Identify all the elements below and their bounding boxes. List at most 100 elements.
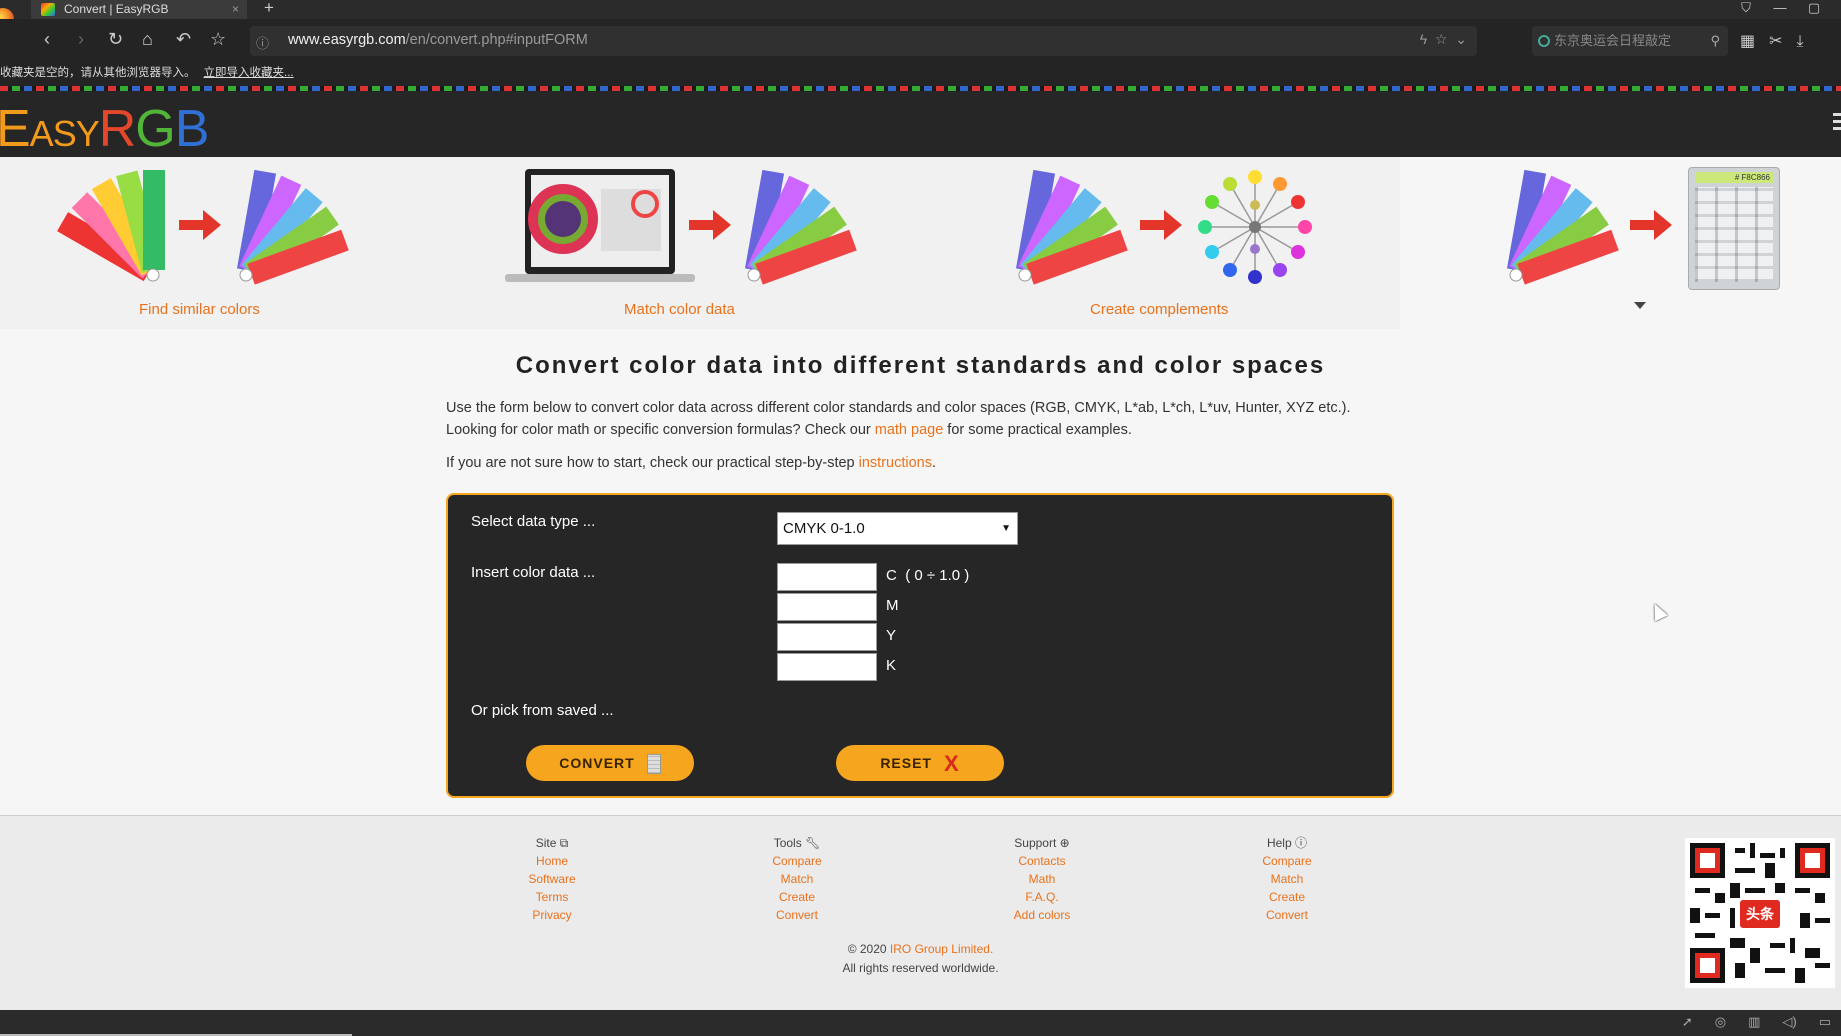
footer-link-match[interactable]: Match (727, 870, 867, 888)
c-field-label: C ( 0 ÷ 1.0 ) (886, 567, 969, 584)
intro-line-1: Use the form below to convert color data… (446, 400, 1351, 416)
address-bar[interactable]: ⓘ www.easyrgb.com/en/convert.php#inputFO… (250, 26, 1477, 56)
insert-color-data-label: Insert color data ... (471, 564, 596, 581)
menu-icon[interactable] (1833, 113, 1841, 133)
footer-link-convert[interactable]: Convert (727, 906, 867, 924)
home-icon[interactable]: ⌂ (142, 29, 153, 50)
pin-icon[interactable]: ⛉ (1729, 0, 1763, 16)
apps-icon[interactable]: ▦ (1740, 31, 1755, 51)
speed-icon[interactable]: ◎ (1715, 1014, 1726, 1030)
footer-link-privacy[interactable]: Privacy (482, 906, 622, 924)
reset-button[interactable]: RESET X (836, 745, 1004, 781)
intro-text: Use the form below to convert color data… (446, 397, 1406, 441)
bookmark-notice: 收藏夹是空的，请从其他浏览器导入。 (0, 67, 196, 79)
window-icon[interactable]: ▭ (1819, 1014, 1831, 1030)
mouse-cursor-icon (1648, 600, 1668, 622)
footer-link-help-compare[interactable]: Compare (1217, 852, 1357, 870)
data-type-select[interactable]: CMYK 0-1.0 ▼ (777, 512, 1018, 545)
question-icon: ⓘ (1295, 836, 1308, 850)
y-field-label: Y (886, 627, 897, 644)
wrench-icon: 🔧︎ (805, 836, 821, 850)
volume-icon[interactable]: ◁) (1782, 1014, 1796, 1030)
footer-link-help-match[interactable]: Match (1217, 870, 1357, 888)
minimize-icon[interactable]: — (1763, 0, 1797, 15)
site-header: EasyRGB (0, 91, 1841, 159)
forward-icon[interactable]: › (78, 29, 84, 50)
laptop-icon[interactable] (505, 169, 695, 284)
color-fan-icon[interactable] (226, 165, 356, 290)
m-input[interactable] (777, 593, 877, 621)
footer-link-home[interactable]: Home (482, 852, 622, 870)
rocket-icon[interactable]: ➚ (1682, 1014, 1693, 1030)
rights-reserved: All rights reserved worldwide. (842, 961, 999, 975)
footer-link-terms[interactable]: Terms (482, 888, 622, 906)
download-icon[interactable]: ⤓ (1797, 33, 1804, 51)
c-input[interactable] (777, 563, 877, 591)
favicon-icon (41, 3, 55, 16)
math-page-link[interactable]: math page (875, 422, 944, 438)
bookmark-bar: 收藏夹是空的，请从其他浏览器导入。 立即导入收藏夹... (0, 64, 1841, 86)
footer-link-help-convert[interactable]: Convert (1217, 906, 1357, 924)
footer-heading-site: Site ⧉ (482, 834, 622, 852)
url-host: www.easyrgb.com (288, 32, 406, 48)
color-fan-icon[interactable] (1005, 165, 1135, 290)
tab-close-icon[interactable]: × (232, 0, 239, 19)
site-info-icon[interactable]: ⓘ (256, 33, 269, 52)
chevron-down-icon[interactable]: ⌄ (1455, 31, 1467, 47)
iro-group-link[interactable]: IRO Group Limited. (890, 942, 993, 956)
footer-link-help-create[interactable]: Create (1217, 888, 1357, 906)
calculator-icon[interactable]: # F8C866 (1688, 167, 1780, 290)
reload-icon[interactable]: ↻ (108, 29, 123, 50)
footer-link-create[interactable]: Create (727, 888, 867, 906)
color-fan-icon[interactable] (1496, 165, 1626, 290)
feature-complements-link[interactable]: Create complements (1090, 301, 1228, 318)
arrow-right-icon (1630, 210, 1672, 240)
new-tab-button[interactable]: + (264, 0, 274, 18)
footer-heading-tools: Tools 🔧︎ (727, 834, 867, 852)
logo-g: G (135, 100, 175, 158)
toolbar-icons: ▦ ✂ ⤓ (1740, 31, 1818, 51)
y-input[interactable] (777, 623, 877, 651)
convert-form: Select data type ... CMYK 0-1.0 ▼ Insert… (446, 493, 1394, 798)
qr-code[interactable]: 头条 (1685, 838, 1835, 988)
m-field-label: M (886, 597, 899, 614)
feature-match-link[interactable]: Match color data (624, 301, 735, 318)
footer-link-faq[interactable]: F.A.Q. (972, 888, 1112, 906)
color-fan-icon[interactable] (734, 165, 864, 290)
arrow-right-icon (689, 210, 731, 240)
color-wheel-icon[interactable] (1195, 169, 1315, 284)
browser-tab[interactable]: Convert | EasyRGB × (31, 0, 247, 19)
favorite-icon[interactable]: ☆ (1435, 31, 1448, 47)
instructions-link[interactable]: instructions (859, 455, 932, 471)
footer-link-contacts[interactable]: Contacts (972, 852, 1112, 870)
scissors-icon[interactable]: ✂ (1769, 31, 1782, 51)
search-placeholder: 东京奥运会日程敲定 (1554, 33, 1672, 48)
url-text: www.easyrgb.com/en/convert.php#inputFORM (288, 32, 588, 48)
feature-find-similar-link[interactable]: Find similar colors (139, 301, 260, 318)
convert-button[interactable]: CONVERT (526, 745, 694, 781)
search-box[interactable]: 东京奥运会日程敲定 ⚲ (1532, 26, 1728, 56)
footer-link-add-colors[interactable]: Add colors (972, 906, 1112, 924)
search-icon[interactable]: ⚲ (1710, 26, 1720, 56)
footer-link-compare[interactable]: Compare (727, 852, 867, 870)
easyrgb-logo[interactable]: EasyRGB (0, 99, 209, 159)
bookmark-star-icon[interactable]: ☆ (210, 29, 226, 50)
trash-icon[interactable]: ▥ (1748, 1014, 1760, 1030)
copyright-pre: © 2020 (847, 942, 890, 956)
color-fan-icon[interactable] (48, 165, 178, 290)
lightning-icon[interactable]: ϟ (1420, 31, 1427, 47)
site-footer: Site ⧉ Home Software Terms Privacy Tools… (0, 815, 1841, 1010)
footer-link-math[interactable]: Math (972, 870, 1112, 888)
copyright: © 2020 IRO Group Limited. All rights res… (0, 940, 1841, 978)
undo-icon[interactable]: ↶ (176, 29, 191, 50)
maximize-icon[interactable]: ▢ (1797, 0, 1831, 16)
status-icons: ➚ ◎ ▥ ◁) ▭ (1660, 1014, 1831, 1030)
carousel-caret-icon[interactable] (1634, 302, 1646, 309)
address-actions: ϟ ☆ ⌄ (1420, 31, 1467, 48)
import-bookmarks-link[interactable]: 立即导入收藏夹... (204, 67, 294, 79)
data-type-selected: CMYK 0-1.0 (783, 520, 865, 537)
k-input[interactable] (777, 653, 877, 681)
footer-link-software[interactable]: Software (482, 870, 622, 888)
back-icon[interactable]: ‹ (44, 29, 50, 50)
feature-strip: Find similar colors Match color data Cre… (0, 157, 1400, 329)
